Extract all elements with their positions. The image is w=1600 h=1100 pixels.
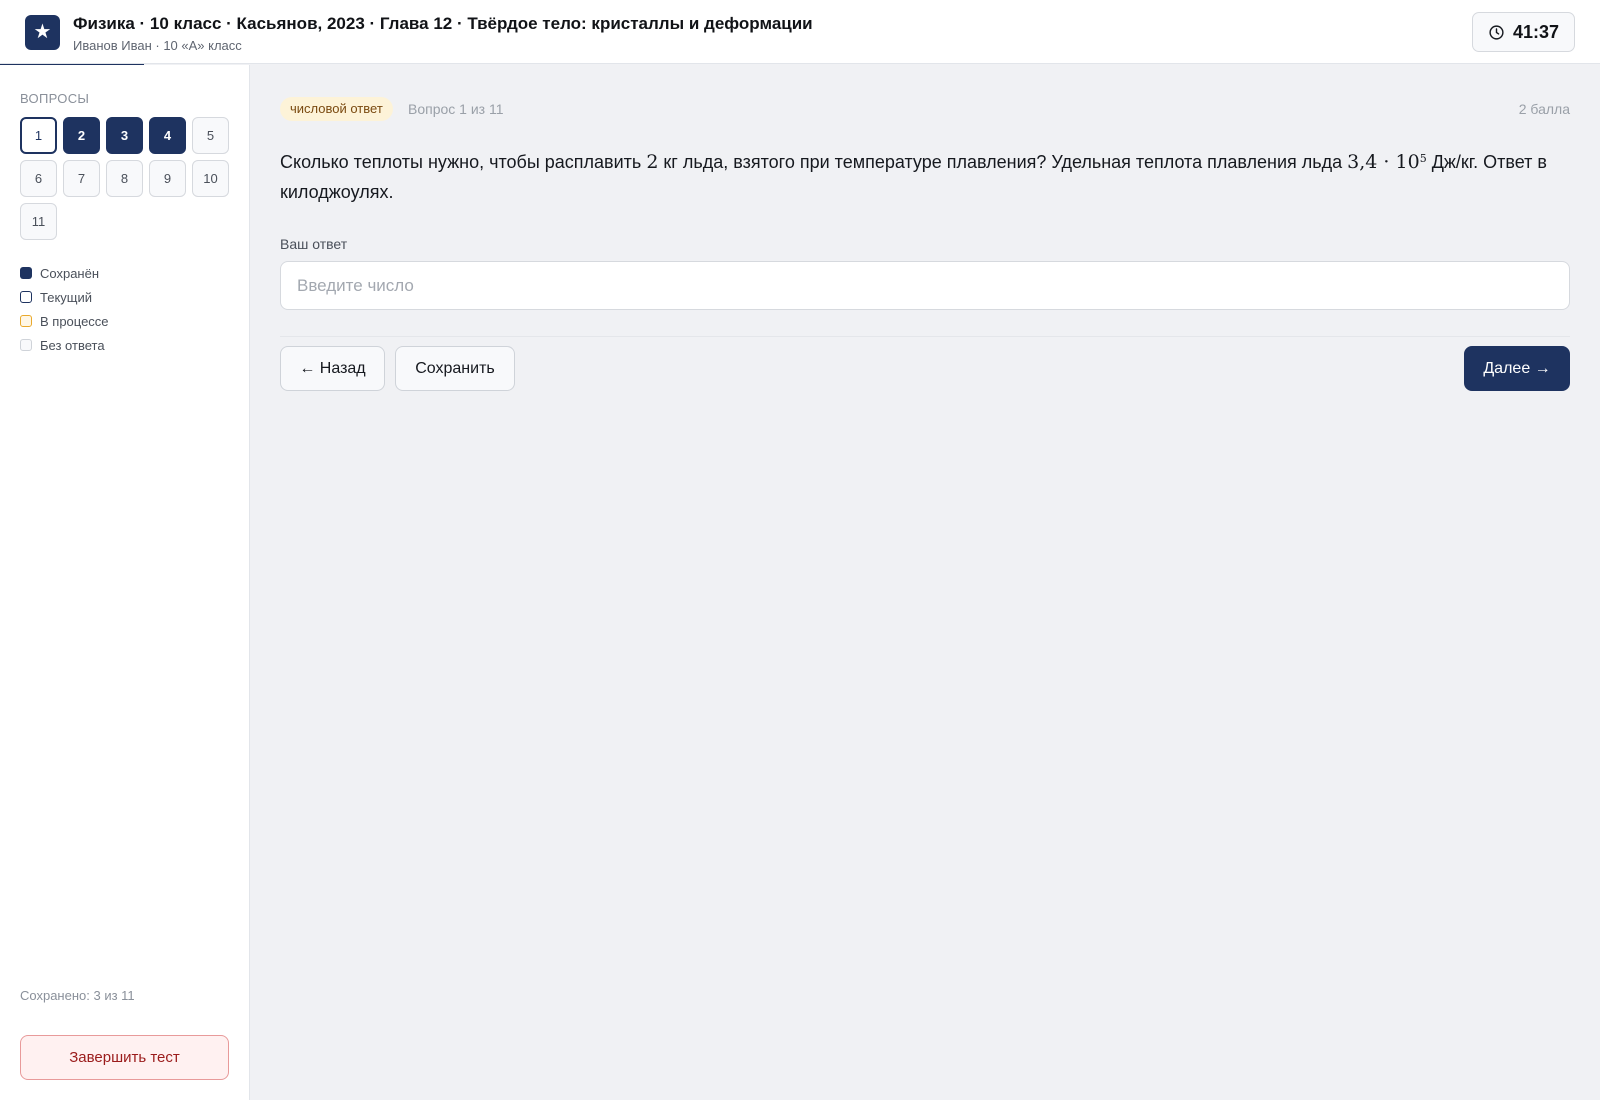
timer-value: 41:37: [1512, 21, 1560, 42]
question-button-6[interactable]: 6: [20, 160, 57, 197]
legend-label: Текущий: [40, 289, 92, 305]
legend-label: В процессе: [40, 313, 109, 329]
question-button-10[interactable]: 10: [192, 160, 229, 197]
answer-label: Ваш ответ: [280, 236, 348, 252]
math-heat: 3,4 · 105: [1347, 151, 1427, 173]
finish-test-button[interactable]: Завершить тест: [20, 1035, 229, 1080]
legend-swatch-progress: [20, 315, 32, 327]
legend-label: Без ответа: [40, 337, 105, 353]
legend-item-empty: Без ответа: [20, 333, 109, 357]
math-mass: 2: [646, 151, 659, 173]
divider: [280, 336, 1570, 337]
app-header: ★ Физика · 10 класс · Касьянов, 2023 · Г…: [0, 0, 1600, 64]
question-sidebar: ВОПРОСЫ 1 2 3 4 5 6 7 8 9 10 11 Сохранён Текущий В п…: [0, 65, 250, 1100]
question-button-1[interactable]: 1: [20, 117, 57, 154]
question-button-7[interactable]: 7: [63, 160, 100, 197]
question-points: 2 балла: [1518, 101, 1570, 117]
legend-swatch-empty: [20, 339, 32, 351]
timer: 41:37: [1472, 12, 1575, 52]
legend-swatch-current: [20, 291, 32, 303]
legend-item-progress: В процессе: [20, 309, 109, 333]
back-button[interactable]: ← Назад: [280, 346, 385, 391]
answer-input[interactable]: [280, 261, 1570, 310]
question-button-5[interactable]: 5: [192, 117, 229, 154]
question-button-9[interactable]: 9: [149, 160, 186, 197]
star-icon: ★: [25, 15, 60, 50]
legend-item-saved: Сохранён: [20, 261, 109, 285]
save-button[interactable]: Сохранить: [395, 346, 515, 391]
question-button-11[interactable]: 11: [20, 203, 57, 240]
question-button-8[interactable]: 8: [106, 160, 143, 197]
question-button-3[interactable]: 3: [106, 117, 143, 154]
legend-label: Сохранён: [40, 265, 100, 281]
question-button-4[interactable]: 4: [149, 117, 186, 154]
legend-swatch-saved: [20, 267, 32, 279]
question-grid: 1 2 3 4 5 6 7 8 9 10 11: [20, 117, 234, 240]
student-info: Иванов Иван · 10 «А» класс: [73, 38, 242, 53]
question-text: Сколько теплоты нужно, чтобы расплавить …: [280, 151, 1547, 202]
test-title: Физика · 10 класс · Касьянов, 2023 · Гла…: [73, 14, 813, 33]
next-button[interactable]: Далее →: [1464, 346, 1570, 391]
question-button-2[interactable]: 2: [63, 117, 100, 154]
legend-item-current: Текущий: [20, 285, 109, 309]
sidebar-heading: ВОПРОСЫ: [20, 91, 90, 106]
question-counter: Вопрос 1 из 11: [408, 101, 504, 117]
saved-count: Сохранено: 3 из 11: [20, 988, 135, 1003]
status-legend: Сохранён Текущий В процессе Без ответа: [20, 261, 109, 357]
question-type-badge: числовой ответ: [280, 97, 393, 121]
clock-icon: [1489, 24, 1504, 40]
